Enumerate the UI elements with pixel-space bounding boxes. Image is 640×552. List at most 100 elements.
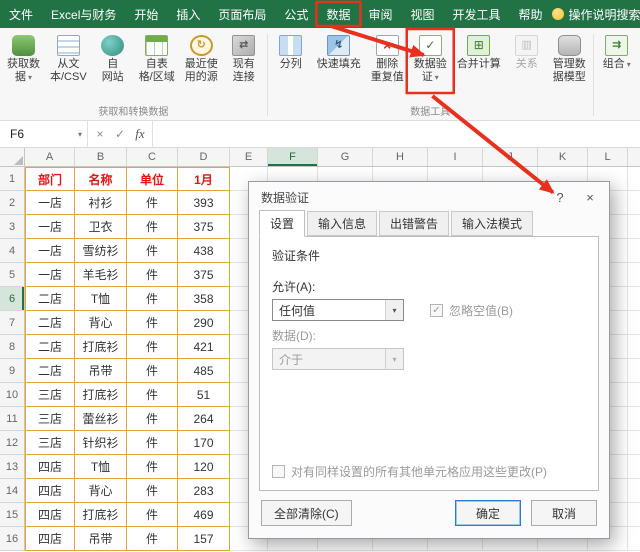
ribbon-button-existing-connections[interactable]: 现有连接 <box>223 30 265 84</box>
cell-A16[interactable]: 四店 <box>25 527 75 551</box>
cell-M11[interactable] <box>628 407 640 431</box>
column-header-B[interactable]: B <box>75 148 127 166</box>
tab-home[interactable]: 开始 <box>125 0 167 28</box>
cell-B14[interactable]: 背心 <box>75 479 127 503</box>
ribbon-button-flash-fill[interactable]: 快速填充 <box>312 30 366 71</box>
cell-D8[interactable]: 421 <box>178 335 230 359</box>
cell-A4[interactable]: 一店 <box>25 239 75 263</box>
cell-C3[interactable]: 件 <box>127 215 178 239</box>
row-header-1[interactable]: 1 <box>0 167 25 191</box>
column-header-H[interactable]: H <box>373 148 428 166</box>
confirm-entry-icon[interactable]: ✓ <box>110 127 130 141</box>
cell-B2[interactable]: 衬衫 <box>75 191 127 215</box>
cell-C10[interactable]: 件 <box>127 383 178 407</box>
ribbon-button-text-to-columns[interactable]: 分列 <box>270 30 312 71</box>
cell-C4[interactable]: 件 <box>127 239 178 263</box>
ribbon-button-from-table-range[interactable]: 自表格/区域 <box>134 30 180 84</box>
cell-C11[interactable]: 件 <box>127 407 178 431</box>
column-header-L[interactable]: L <box>588 148 628 166</box>
cell-C7[interactable]: 件 <box>127 311 178 335</box>
ribbon-button-remove-duplicates[interactable]: 删除重复值 <box>366 30 409 84</box>
cell-C12[interactable]: 件 <box>127 431 178 455</box>
cell-D1[interactable]: 1月 <box>178 167 230 191</box>
row-header-11[interactable]: 11 <box>0 407 25 431</box>
row-header-5[interactable]: 5 <box>0 263 25 287</box>
cell-B6[interactable]: T恤 <box>75 287 127 311</box>
column-header-C[interactable]: C <box>127 148 178 166</box>
column-header-I[interactable]: I <box>428 148 483 166</box>
cell-D2[interactable]: 393 <box>178 191 230 215</box>
tab-help[interactable]: 帮助 <box>510 0 552 28</box>
cell-D5[interactable]: 375 <box>178 263 230 287</box>
cell-B8[interactable]: 打底衫 <box>75 335 127 359</box>
cell-A6[interactable]: 二店 <box>25 287 75 311</box>
cell-M12[interactable] <box>628 431 640 455</box>
cell-M7[interactable] <box>628 311 640 335</box>
select-all-corner[interactable] <box>0 148 25 166</box>
cell-C13[interactable]: 件 <box>127 455 178 479</box>
cell-M2[interactable] <box>628 191 640 215</box>
tab-developer[interactable]: 开发工具 <box>443 0 509 28</box>
row-header-13[interactable]: 13 <box>0 455 25 479</box>
column-header-G[interactable]: G <box>318 148 373 166</box>
cell-D15[interactable]: 469 <box>178 503 230 527</box>
tab-data[interactable]: 数据 <box>317 0 359 28</box>
cell-M13[interactable] <box>628 455 640 479</box>
column-header-F[interactable]: F <box>268 148 318 166</box>
ribbon-button-data-validation[interactable]: 数据验证▾ <box>409 30 452 84</box>
dialog-tab-error-alert[interactable]: 出错警告 <box>379 211 449 236</box>
cell-M9[interactable] <box>628 359 640 383</box>
cell-B15[interactable]: 打底衫 <box>75 503 127 527</box>
dialog-tab-settings[interactable]: 设置 <box>259 210 305 237</box>
cell-M16[interactable] <box>628 527 640 551</box>
cell-D6[interactable]: 358 <box>178 287 230 311</box>
cell-A9[interactable]: 二店 <box>25 359 75 383</box>
cell-A8[interactable]: 二店 <box>25 335 75 359</box>
column-header-M[interactable]: M <box>628 148 640 166</box>
row-header-7[interactable]: 7 <box>0 311 25 335</box>
cell-C8[interactable]: 件 <box>127 335 178 359</box>
cell-B4[interactable]: 雪纺衫 <box>75 239 127 263</box>
apply-all-checkbox[interactable]: 对有同样设置的所有其他单元格应用这些更改(P) <box>272 463 586 480</box>
ribbon-button-from-text-csv[interactable]: 从文本/CSV <box>45 30 92 84</box>
cell-C6[interactable]: 件 <box>127 287 178 311</box>
name-box[interactable]: F6 ▾ <box>0 121 88 147</box>
cell-C16[interactable]: 件 <box>127 527 178 551</box>
ribbon-button-consolidate[interactable]: 合并计算 <box>452 30 506 71</box>
row-header-15[interactable]: 15 <box>0 503 25 527</box>
column-header-A[interactable]: A <box>25 148 75 166</box>
cell-A5[interactable]: 一店 <box>25 263 75 287</box>
cell-B9[interactable]: 吊带 <box>75 359 127 383</box>
dialog-close-button[interactable]: × <box>575 186 605 208</box>
tab-insert[interactable]: 插入 <box>167 0 209 28</box>
row-header-6[interactable]: 6 <box>0 287 25 311</box>
ok-button[interactable]: 确定 <box>455 500 521 526</box>
cell-M1[interactable] <box>628 167 640 191</box>
cell-M4[interactable] <box>628 239 640 263</box>
cell-B10[interactable]: 打底衫 <box>75 383 127 407</box>
tab-page-layout[interactable]: 页面布局 <box>209 0 275 28</box>
cancel-button[interactable]: 取消 <box>531 500 597 526</box>
row-header-2[interactable]: 2 <box>0 191 25 215</box>
cell-C5[interactable]: 件 <box>127 263 178 287</box>
column-header-J[interactable]: J <box>483 148 538 166</box>
row-header-10[interactable]: 10 <box>0 383 25 407</box>
cell-A10[interactable]: 三店 <box>25 383 75 407</box>
cell-B3[interactable]: 卫衣 <box>75 215 127 239</box>
cell-B5[interactable]: 羊毛衫 <box>75 263 127 287</box>
column-header-K[interactable]: K <box>538 148 588 166</box>
tab-file[interactable]: 文件 <box>0 0 42 28</box>
cell-M14[interactable] <box>628 479 640 503</box>
cell-D14[interactable]: 283 <box>178 479 230 503</box>
tab-view[interactable]: 视图 <box>401 0 443 28</box>
cell-C14[interactable]: 件 <box>127 479 178 503</box>
cell-M5[interactable] <box>628 263 640 287</box>
dialog-help-button[interactable]: ? <box>545 186 575 208</box>
row-header-14[interactable]: 14 <box>0 479 25 503</box>
cell-B7[interactable]: 背心 <box>75 311 127 335</box>
cell-M15[interactable] <box>628 503 640 527</box>
cell-A12[interactable]: 三店 <box>25 431 75 455</box>
cell-C2[interactable]: 件 <box>127 191 178 215</box>
cell-C9[interactable]: 件 <box>127 359 178 383</box>
cell-B13[interactable]: T恤 <box>75 455 127 479</box>
